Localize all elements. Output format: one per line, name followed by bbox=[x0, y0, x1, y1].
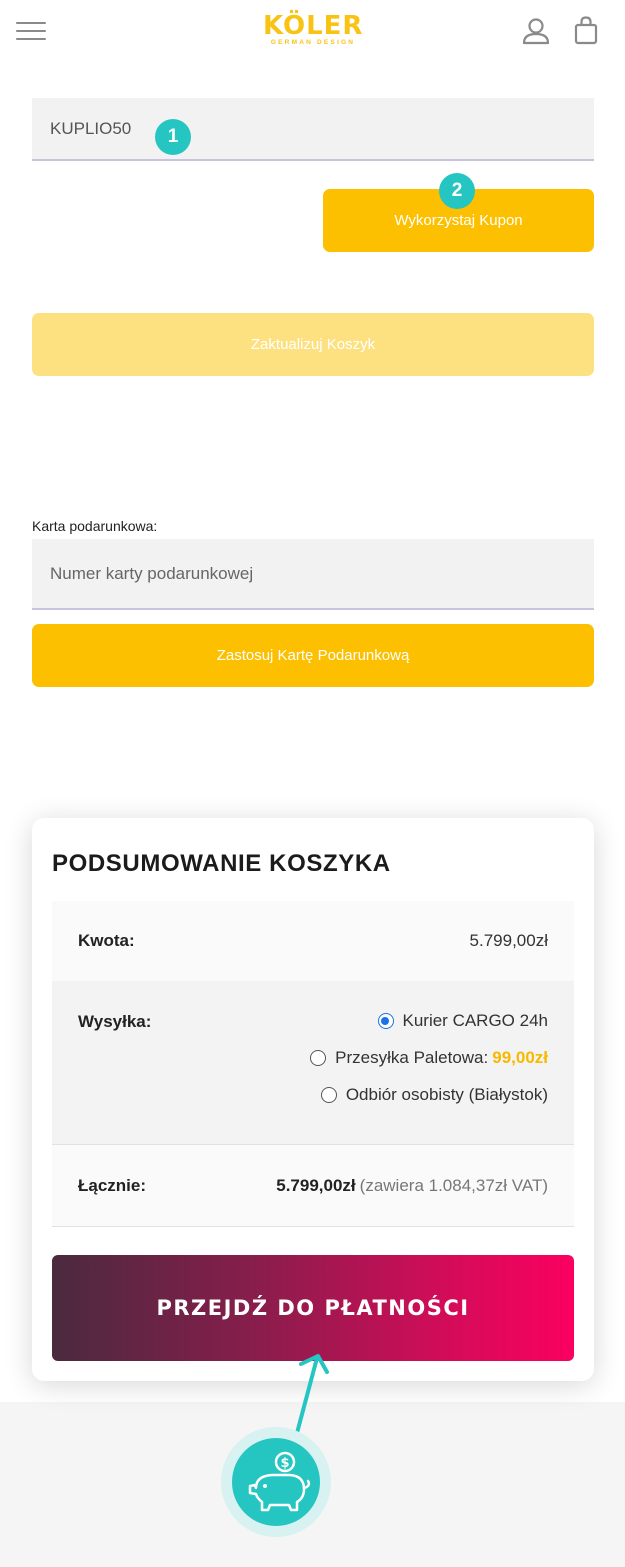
shipping-label: Wysyłka: bbox=[78, 1012, 152, 1031]
total-vat-note: (zawiera 1.084,37zł VAT) bbox=[359, 1176, 548, 1195]
total-value: 5.799,00zł bbox=[276, 1176, 356, 1195]
user-icon[interactable] bbox=[521, 17, 551, 45]
piggy-bank-icon: $ bbox=[248, 1451, 311, 1512]
proceed-to-payment-button[interactable]: PRZEJDŹ DO PŁATNOŚCI bbox=[52, 1255, 574, 1361]
amount-label: Kwota: bbox=[78, 931, 135, 950]
shipping-option-cargo[interactable]: Kurier CARGO 24h bbox=[377, 1011, 549, 1031]
logo-tagline: GERMAN DESIGN bbox=[270, 39, 356, 46]
shipping-option-label: Kurier CARGO 24h bbox=[402, 1011, 549, 1030]
shipping-row: Wysyłka: Kurier CARGO 24h Przesyłka Pale… bbox=[52, 981, 574, 1145]
total-label: Łącznie: bbox=[78, 1176, 147, 1195]
total-row: Łącznie: 5.799,00zł (zawiera 1.084,37zł V… bbox=[52, 1145, 574, 1227]
cart-summary-title: PODSUMOWANIE KOSZYKA bbox=[52, 850, 391, 877]
radio-unselected[interactable] bbox=[320, 1087, 337, 1103]
gift-card-label: Karta podarunkowa: bbox=[32, 518, 158, 534]
shipping-option-label: Odbiór osobisty (Białystok) bbox=[345, 1085, 548, 1104]
radio-selected[interactable] bbox=[377, 1013, 394, 1029]
logo-wordmark: KÖLER bbox=[263, 11, 364, 41]
step-marker-2: 2 bbox=[439, 173, 475, 209]
coupon-code-input[interactable] bbox=[32, 98, 594, 161]
cart-summary-table: Kwota: 5.799,00zł Wysyłka: Kurier CARGO … bbox=[52, 901, 574, 1227]
shipping-option-pickup[interactable]: Odbiór osobisty (Białystok) bbox=[320, 1085, 548, 1105]
hamburger-menu-icon[interactable] bbox=[16, 22, 46, 42]
brand-logo[interactable]: KÖLER GERMAN DESIGN bbox=[263, 12, 363, 46]
shipping-option-price: 99,00zł bbox=[492, 1048, 548, 1067]
site-header: KÖLER GERMAN DESIGN bbox=[0, 0, 625, 64]
update-cart-button[interactable]: Zaktualizuj Koszyk bbox=[32, 313, 594, 376]
shipping-option-label: Przesyłka Paletowa: bbox=[335, 1048, 489, 1067]
amount-row: Kwota: 5.799,00zł bbox=[52, 901, 574, 981]
shopping-bag-icon[interactable] bbox=[573, 15, 599, 45]
amount-value: 5.799,00zł bbox=[469, 931, 548, 950]
radio-unselected[interactable] bbox=[310, 1050, 327, 1066]
cart-summary-card: PODSUMOWANIE KOSZYKA Kwota: 5.799,00zł W… bbox=[32, 818, 594, 1381]
coin-symbol: $ bbox=[280, 1456, 289, 1471]
shipping-option-pallet[interactable]: Przesyłka Paletowa: 99,00zł bbox=[310, 1048, 548, 1068]
gift-card-input[interactable] bbox=[32, 539, 594, 610]
total-value-group: 5.799,00zł (zawiera 1.084,37zł VAT) bbox=[276, 1176, 548, 1196]
step-marker-1: 1 bbox=[155, 119, 191, 155]
apply-gift-card-button[interactable]: Zastosuj Kartę Podarunkową bbox=[32, 624, 594, 687]
